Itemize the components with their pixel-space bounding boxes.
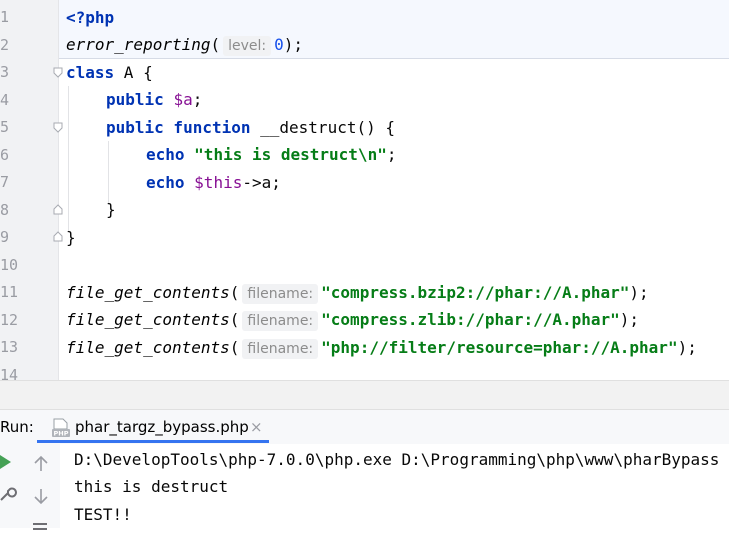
brace: } [66, 228, 76, 247]
keyword: echo [146, 173, 185, 192]
function-name: error_reporting [66, 35, 211, 54]
variable: $this [194, 173, 243, 192]
line-number: 1 [0, 8, 10, 26]
play-icon[interactable] [0, 452, 18, 472]
code-line-3[interactable]: class A { [66, 59, 153, 86]
console-output-line: TEST!! [74, 505, 132, 524]
code-line-4[interactable]: public $a; [106, 86, 202, 113]
wrench-icon[interactable] [0, 484, 17, 504]
php-file-icon: PHP [51, 418, 71, 438]
menu-icon[interactable] [31, 516, 51, 536]
run-tab-underline [37, 440, 269, 443]
code-line-11[interactable]: file_get_contents(filename: "compress.bzi… [66, 279, 649, 306]
line-number: 10 [0, 256, 19, 274]
line-number: 6 [0, 146, 10, 164]
console-output-line: this is destruct [74, 477, 229, 496]
string-literal: "php://filter/resource=phar://A.phar" [321, 338, 678, 357]
class-name: A { [114, 63, 153, 82]
code-editor[interactable]: 1 2 3 4 5 6 7 8 9 10 11 12 13 14 <?php e… [0, 0, 729, 380]
parameter-hint: level: [223, 36, 272, 56]
code-line-2[interactable]: error_reporting(level: 0); [66, 31, 303, 58]
line-number: 11 [0, 283, 19, 301]
keyword: class [66, 63, 115, 82]
parameter-hint: filename: [242, 284, 319, 304]
run-label: Run: [0, 418, 34, 436]
close-icon[interactable]: × [250, 418, 263, 436]
code-line-9[interactable]: } [66, 224, 76, 251]
brace: } [106, 200, 116, 219]
indent-guide [68, 86, 69, 232]
code-line-1[interactable]: <?php [66, 4, 114, 31]
arrow-up-icon[interactable] [31, 454, 51, 474]
function-name: file_get_contents [66, 310, 230, 329]
run-tab-label[interactable]: phar_targz_bypass.php [75, 418, 249, 436]
code-line-12[interactable]: file_get_contents(filename: "compress.zli… [66, 306, 639, 333]
console-output-line: D:\DevelopTools\php-7.0.0\php.exe D:\Pro… [74, 450, 720, 469]
line-number: 14 [0, 366, 19, 380]
fold-open-icon[interactable] [53, 122, 63, 133]
variable: $a [173, 90, 193, 109]
keyword: echo [146, 145, 185, 164]
paren: ( [210, 35, 221, 54]
line-number: 9 [0, 228, 10, 246]
paren: ( [229, 338, 240, 357]
method-name: __destruct() { [250, 118, 395, 137]
number-literal: 0 [274, 35, 284, 54]
code-line-8[interactable]: } [106, 196, 116, 223]
paren: ( [229, 283, 240, 302]
string-literal: "this is destruct\n" [194, 145, 387, 164]
parameter-hint: filename: [242, 339, 319, 359]
line-number: 7 [0, 173, 10, 191]
line-number: 5 [0, 118, 10, 136]
code-line-5[interactable]: public function __destruct() { [106, 114, 395, 141]
keyword: public function [106, 118, 251, 137]
paren: ); [629, 283, 649, 302]
function-name: file_get_contents [66, 338, 230, 357]
fold-close-icon[interactable] [53, 204, 63, 215]
arrow-down-icon[interactable] [31, 486, 51, 506]
code-line-13[interactable]: file_get_contents(filename: "php://filter… [66, 334, 697, 361]
function-name: file_get_contents [66, 283, 230, 302]
string-literal: "compress.bzip2://phar://A.phar" [321, 283, 630, 302]
panel-splitter[interactable] [0, 380, 729, 410]
php-open-tag: <?php [66, 8, 115, 27]
paren: ); [619, 310, 640, 329]
current-line-marker [59, 58, 729, 59]
fold-open-icon[interactable] [53, 67, 63, 78]
fold-close-icon[interactable] [53, 231, 63, 242]
line-number: 8 [0, 201, 10, 219]
paren: ); [283, 35, 304, 54]
svg-text:PHP: PHP [54, 430, 69, 438]
string-literal: "compress.zlib://phar://A.phar" [321, 310, 620, 329]
paren: ); [677, 338, 697, 357]
line-number: 3 [0, 63, 10, 81]
keyword: public [106, 90, 164, 109]
code-line-7[interactable]: echo $this->a; [146, 169, 281, 196]
line-number: 4 [0, 91, 10, 109]
parameter-hint: filename: [242, 311, 319, 331]
paren: ( [229, 310, 240, 329]
line-number: 2 [0, 36, 10, 54]
line-number: 13 [0, 338, 19, 356]
property-access: ->a; [242, 173, 281, 192]
code-line-6[interactable]: echo "this is destruct\n"; [146, 141, 396, 168]
line-number: 12 [0, 311, 19, 329]
